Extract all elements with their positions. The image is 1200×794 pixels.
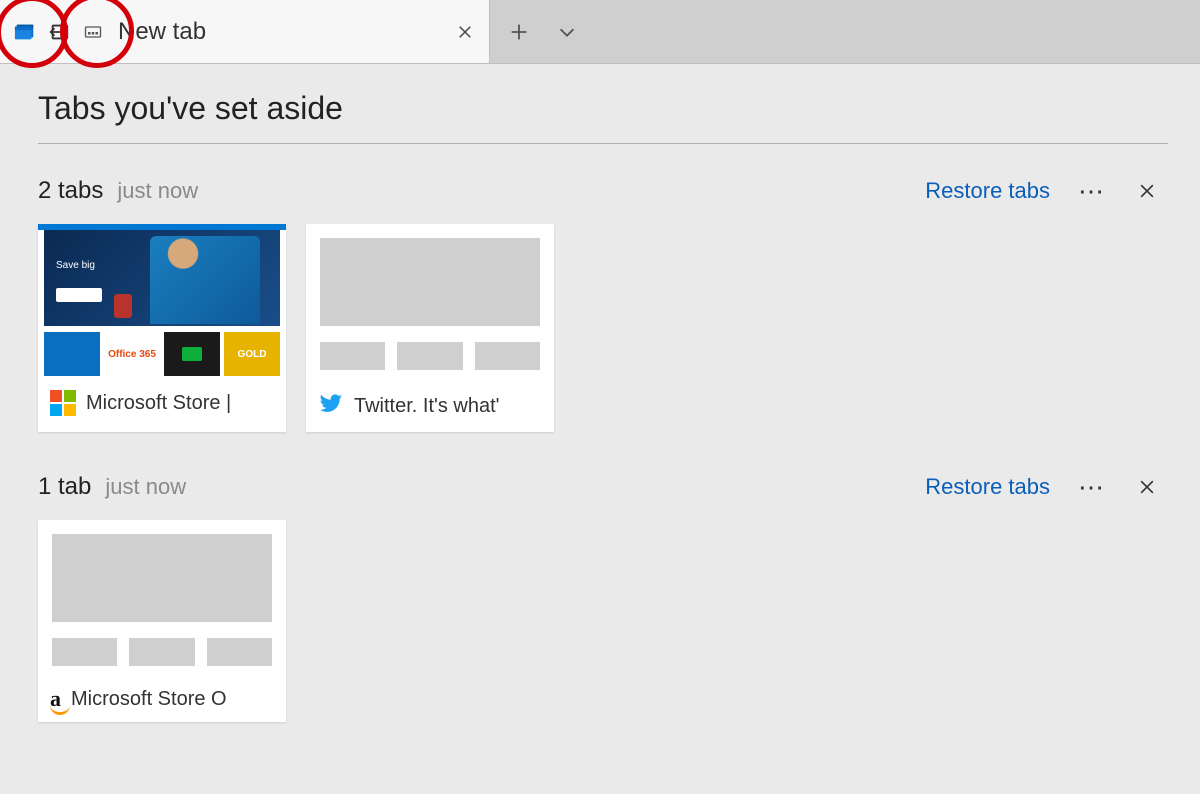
set-tabs-aside-button[interactable] — [42, 15, 76, 49]
tab-group-header: 2 tabs just now Restore tabs ⋯ — [32, 176, 1168, 206]
microsoft-icon — [50, 390, 76, 416]
tab-tile[interactable]: Save big Office 365 GOLD Microsoft Stor — [38, 224, 286, 432]
close-icon — [1137, 181, 1157, 201]
tab-group: 1 tab just now Restore tabs ⋯ — [32, 472, 1168, 722]
remove-group-button[interactable] — [1132, 176, 1162, 206]
close-icon — [1137, 477, 1157, 497]
tab-tile-label: Microsoft Store O — [71, 688, 227, 711]
restore-tabs-link[interactable]: Restore tabs — [925, 474, 1050, 500]
set-aside-panel: Tabs you've set aside 2 tabs just now Re… — [0, 64, 1200, 794]
tab-tile-label: Microsoft Store | — [86, 392, 231, 415]
group-more-button[interactable]: ⋯ — [1076, 176, 1106, 206]
show-tabs-aside-button[interactable] — [8, 15, 42, 49]
tab-thumbnail: Save big Office 365 GOLD — [38, 224, 286, 380]
tab-group-count: 2 tabs — [38, 177, 103, 205]
active-tab-title: New tab — [118, 18, 441, 46]
close-icon — [456, 23, 474, 41]
remove-group-button[interactable] — [1132, 472, 1162, 502]
plus-icon — [508, 21, 530, 43]
group-more-button[interactable]: ⋯ — [1076, 472, 1106, 502]
tab-group-time: just now — [117, 178, 925, 204]
tab-tile[interactable]: a Microsoft Store O — [38, 520, 286, 722]
tab-preview-icon — [83, 22, 103, 42]
set-aside-icon — [48, 21, 70, 43]
page-title: Tabs you've set aside — [38, 90, 1168, 144]
tab-group: 2 tabs just now Restore tabs ⋯ — [32, 176, 1168, 432]
tab-group-count: 1 tab — [38, 473, 91, 501]
chevron-down-icon — [556, 21, 578, 43]
twitter-icon — [318, 390, 344, 422]
new-tab-button[interactable] — [502, 15, 536, 49]
more-icon: ⋯ — [1078, 176, 1104, 207]
tabs-aside-icon — [14, 21, 36, 43]
tab-dropdown-button[interactable] — [550, 15, 584, 49]
tab-thumbnail — [306, 224, 554, 380]
browser-tabbar: New tab — [0, 0, 1200, 64]
tab-preview-button[interactable] — [76, 15, 110, 49]
tab-group-header: 1 tab just now Restore tabs ⋯ — [32, 472, 1168, 502]
tab-group-time: just now — [105, 474, 925, 500]
more-icon: ⋯ — [1078, 472, 1104, 503]
restore-tabs-link[interactable]: Restore tabs — [925, 178, 1050, 204]
tabbar-actions — [490, 0, 584, 63]
amazon-icon: a — [50, 686, 61, 712]
tab-tile[interactable]: Twitter. It's what' — [306, 224, 554, 432]
tab-thumbnail — [38, 520, 286, 676]
active-tab[interactable]: New tab — [0, 0, 490, 63]
close-tab-button[interactable] — [441, 23, 489, 41]
tab-tile-label: Twitter. It's what' — [354, 395, 499, 418]
